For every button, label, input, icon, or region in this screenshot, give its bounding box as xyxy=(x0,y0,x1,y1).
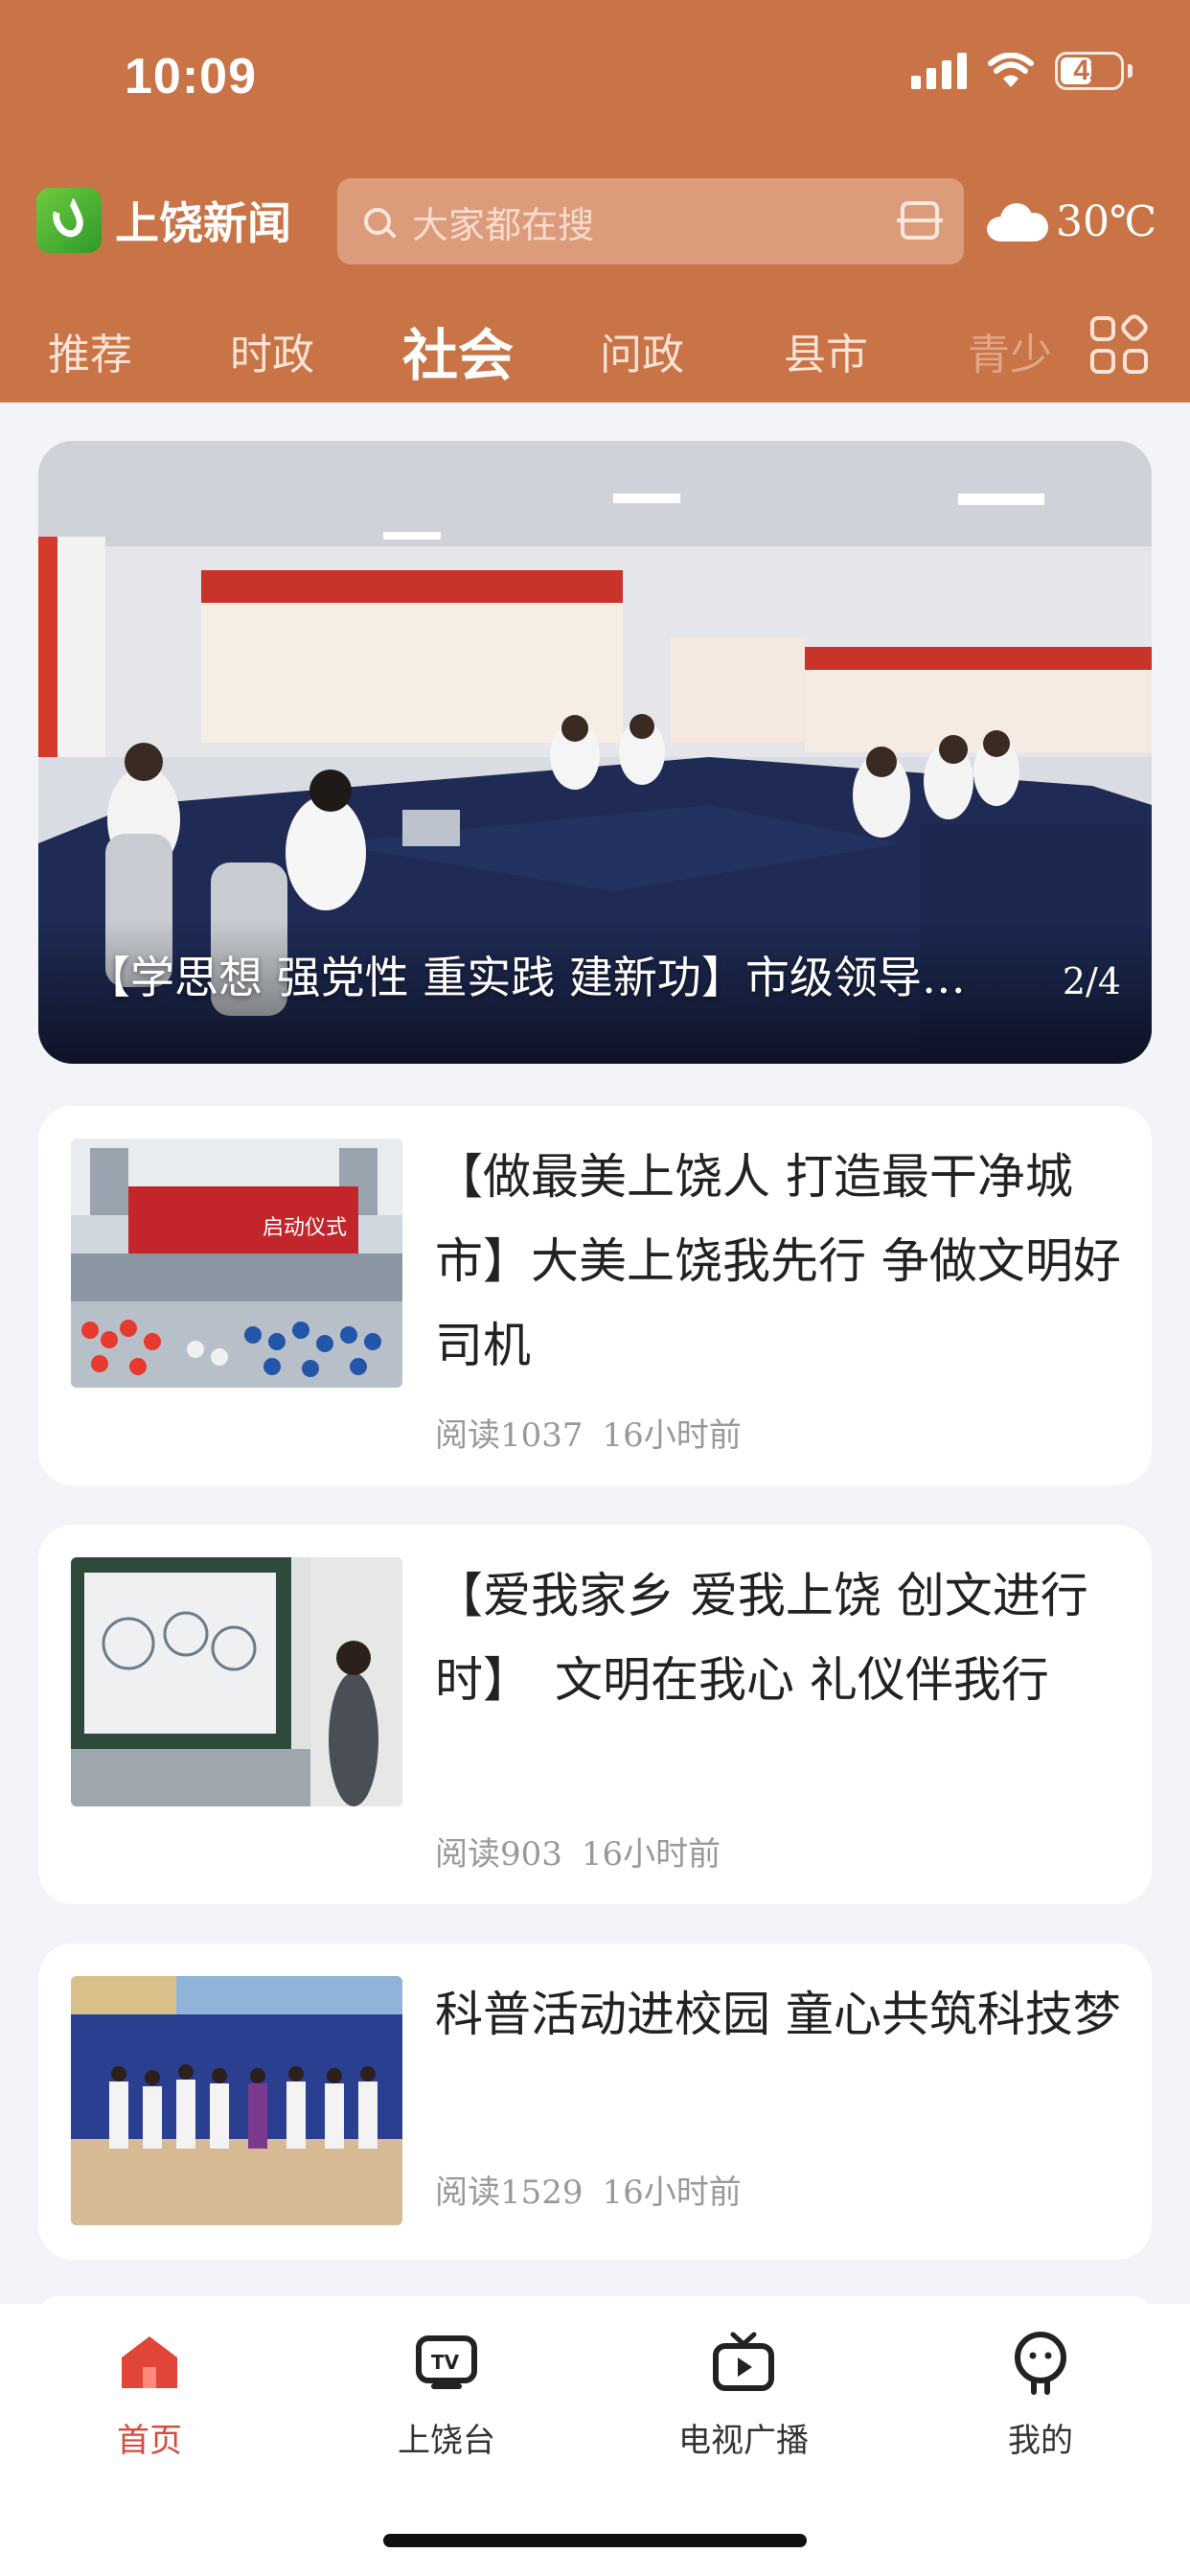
logo-icon xyxy=(36,188,102,253)
cloud-icon xyxy=(987,202,1048,242)
home-indicator[interactable] xyxy=(383,2534,807,2547)
article-thumbnail: 启动仪式 xyxy=(71,1138,402,1388)
temperature: 30℃ xyxy=(1056,197,1157,246)
svg-text:TV: TV xyxy=(431,2351,460,2374)
article-card[interactable]: 【爱我家乡 爱我上饶 创文进行时】 文明在我心 礼仪伴我行 阅读903 16小时前 xyxy=(38,1525,1152,1904)
hero-page-indicator: 2/4 xyxy=(1062,960,1121,1002)
battery-level: 42 xyxy=(1073,55,1106,86)
weather-widget[interactable]: 30℃ xyxy=(987,197,1156,246)
article-thumbnail xyxy=(71,1976,402,2225)
nav-broadcast[interactable]: 电视广播 xyxy=(648,2329,839,2461)
read-count: 阅读1037 xyxy=(435,1416,584,1455)
article-title: 【爱我家乡 爱我上饶 创文进行时】 文明在我心 礼仪伴我行 xyxy=(435,1568,1088,1708)
app-logo[interactable]: 上饶新闻 xyxy=(36,188,291,253)
article-meta: 阅读903 16小时前 xyxy=(435,1828,721,1874)
home-icon xyxy=(122,2336,177,2388)
article-title: 【做最美上饶人 打造最干净城市】大美上饶我先行 争做文明好司机 xyxy=(435,1149,1121,1373)
nav-label: 电视广播 xyxy=(678,2422,809,2460)
nav-label: 上饶台 xyxy=(398,2422,495,2460)
tab-counties[interactable]: 县市 xyxy=(784,320,868,381)
search-placeholder: 大家都在搜 xyxy=(412,203,595,246)
nav-shangrao-tv[interactable]: TV 上饶台 xyxy=(351,2329,542,2461)
nav-profile[interactable]: 我的 xyxy=(945,2329,1136,2461)
read-count: 阅读903 xyxy=(435,1835,562,1874)
tab-recommend[interactable]: 推荐 xyxy=(48,320,132,381)
broadcast-icon xyxy=(713,2332,774,2391)
article-card[interactable]: 启动仪式 【做最美上饶人 打造最干净城市】大美上饶我先行 争做文明好司机 阅读1… xyxy=(38,1106,1152,1485)
cellular-signal-icon xyxy=(911,53,967,89)
hero-caption: 【学思想 强党性 重实践 建新功】市级领导… xyxy=(86,952,966,1003)
battery-icon: 42 xyxy=(1055,52,1124,90)
publish-time: 16小时前 xyxy=(581,1835,721,1874)
search-bar[interactable]: 大家都在搜 xyxy=(337,178,964,264)
read-count: 阅读1529 xyxy=(435,2174,584,2212)
publish-time: 16小时前 xyxy=(602,1416,742,1455)
app-name: 上饶新闻 xyxy=(115,198,291,248)
article-title: 科普活动进校园 童心共筑科技梦 xyxy=(435,1987,1121,2042)
top-header: 10:09 42 上饶新闻 大家都在搜 30℃ 推荐 时政 社会 问政 县市 青… xyxy=(0,0,1190,402)
scan-icon[interactable] xyxy=(897,201,943,240)
category-tabs: 推荐 时政 社会 问政 县市 青少 xyxy=(0,307,1190,393)
tab-inquiry[interactable]: 问政 xyxy=(600,320,684,381)
article-card[interactable]: 科普活动进校园 童心共筑科技梦 阅读1529 16小时前 xyxy=(38,1944,1152,2260)
article-thumbnail xyxy=(71,1557,402,1806)
article-meta: 阅读1037 16小时前 xyxy=(435,1409,742,1456)
search-icon xyxy=(364,208,391,235)
tab-society[interactable]: 社会 xyxy=(402,310,514,391)
hero-carousel[interactable]: 【学思想 强党性 重实践 建新功】市级领导… 2/4 xyxy=(38,441,1152,1064)
tab-politics[interactable]: 时政 xyxy=(230,320,314,381)
profile-icon xyxy=(1015,2332,1066,2395)
wifi-icon xyxy=(988,53,1034,87)
nav-label: 首页 xyxy=(117,2422,182,2460)
tv-icon: TV xyxy=(416,2335,477,2389)
status-icons: 42 xyxy=(911,52,1133,90)
nav-label: 我的 xyxy=(1008,2422,1073,2460)
svg-text:启动仪式: 启动仪式 xyxy=(263,1216,347,1240)
channel-grid-icon[interactable] xyxy=(1090,311,1152,378)
tab-youth[interactable]: 青少 xyxy=(968,320,1052,381)
nav-home[interactable]: 首页 xyxy=(54,2329,245,2461)
article-meta: 阅读1529 16小时前 xyxy=(435,2166,742,2213)
status-time: 10:09 xyxy=(125,49,257,104)
publish-time: 16小时前 xyxy=(602,2174,742,2212)
